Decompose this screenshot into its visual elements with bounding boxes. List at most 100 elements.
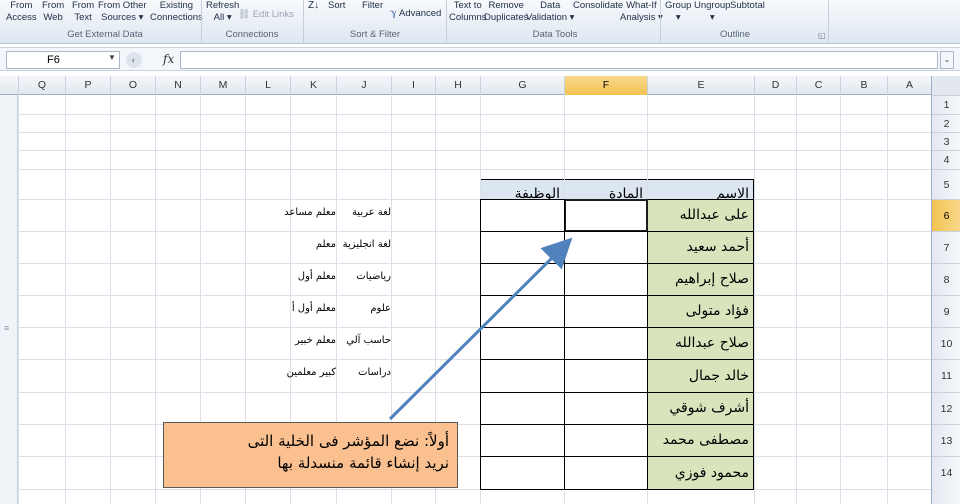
job-cell[interactable]: [480, 199, 565, 232]
column-header-n[interactable]: N: [155, 76, 200, 95]
column-header-q[interactable]: Q: [18, 76, 65, 95]
column-header-h[interactable]: H: [435, 76, 480, 95]
from-web-button[interactable]: From Web: [42, 0, 64, 24]
row-header-12[interactable]: 12: [932, 392, 960, 424]
job-cell[interactable]: [480, 231, 565, 264]
subject-option-cell[interactable]: حاسب آلي: [346, 335, 391, 346]
row-header-7[interactable]: 7: [932, 231, 960, 263]
column-header-p[interactable]: P: [65, 76, 110, 95]
job-option-cell[interactable]: معلم خبير: [295, 335, 336, 346]
what-if-analysis-button[interactable]: What-If Analysis ▾: [620, 0, 663, 24]
formula-cancel-icon[interactable]: ◐: [126, 52, 142, 68]
row-header-13[interactable]: 13: [932, 424, 960, 456]
job-option-cell[interactable]: كبير معلمين: [287, 367, 336, 378]
ungroup-button[interactable]: Ungroup ▾: [694, 0, 730, 24]
formula-input[interactable]: [180, 51, 938, 69]
column-header-b[interactable]: B: [840, 76, 887, 95]
subject-cell[interactable]: [564, 359, 648, 393]
split-handle-icon[interactable]: ≡: [4, 323, 9, 333]
subject-option-cell[interactable]: رياضيات: [356, 271, 391, 282]
job-option-cell[interactable]: معلم أول: [298, 271, 336, 282]
job-cell[interactable]: [480, 456, 565, 490]
column-header-m[interactable]: M: [200, 76, 245, 95]
advanced-button[interactable]: ℽ Advanced: [390, 8, 441, 20]
worksheet-grid[interactable]: QPONMLKJIHGFEDCBA 1 2 3 4 5 6 7 8 9 10 11 12 13 14 ≡ …: [0, 76, 960, 504]
subject-option-cell[interactable]: لغة انجليزية: [343, 239, 391, 250]
from-text-button[interactable]: From Text: [72, 0, 94, 24]
row-header-8[interactable]: 8: [932, 263, 960, 295]
from-other-sources-button[interactable]: From Other Sources ▾: [98, 0, 147, 24]
subject-cell[interactable]: [564, 231, 648, 264]
from-access-button[interactable]: From Access: [6, 0, 37, 24]
row-header-11[interactable]: 11: [932, 359, 960, 392]
name-box-dropdown-icon[interactable]: ▼: [108, 53, 116, 62]
column-header-c[interactable]: C: [796, 76, 840, 95]
row-header-3[interactable]: 3: [932, 132, 960, 150]
column-header-k[interactable]: K: [290, 76, 336, 95]
row-header-10[interactable]: 10: [932, 327, 960, 359]
refresh-all-button[interactable]: Refresh All ▾: [206, 0, 239, 24]
name-cell[interactable]: مصطفى محمد: [647, 424, 754, 457]
subject-cell[interactable]: [564, 199, 648, 232]
column-header-f[interactable]: F: [564, 76, 647, 95]
name-cell[interactable]: على عبدالله: [647, 199, 754, 232]
job-cell[interactable]: [480, 327, 565, 360]
select-all-corner[interactable]: [931, 76, 960, 95]
existing-connections-button[interactable]: Existing Connections: [150, 0, 203, 24]
name-cell[interactable]: صلاح إبراهيم: [647, 263, 754, 296]
consolidate-button[interactable]: Consolidate: [573, 0, 623, 12]
job-option-cell[interactable]: معلم مساعد: [284, 207, 336, 218]
column-header-j[interactable]: J: [336, 76, 391, 95]
row-header-6[interactable]: 6: [932, 199, 960, 231]
name-cell[interactable]: أحمد سعيد: [647, 231, 754, 264]
name-cell[interactable]: خالد جمال: [647, 359, 754, 393]
name-box[interactable]: F6: [6, 51, 120, 69]
sort-button[interactable]: Sort: [328, 0, 345, 12]
name-cell[interactable]: أشرف شوقي: [647, 392, 754, 425]
row-header-4[interactable]: 4: [932, 150, 960, 169]
name-cell[interactable]: فؤاد متولى: [647, 295, 754, 328]
name-cell[interactable]: صلاح عبدالله: [647, 327, 754, 360]
subject-option-cell[interactable]: علوم: [370, 303, 391, 314]
column-header-g[interactable]: G: [480, 76, 564, 95]
subject-option-cell[interactable]: لغة عربية: [352, 207, 391, 218]
vertical-scrollbar[interactable]: ≡: [0, 95, 18, 504]
job-cell[interactable]: [480, 295, 565, 328]
row-header-14[interactable]: 14: [932, 456, 960, 489]
job-cell[interactable]: [480, 392, 565, 425]
column-header-a[interactable]: A: [887, 76, 931, 95]
row-header-5[interactable]: 5: [932, 169, 960, 199]
column-header-i[interactable]: I: [391, 76, 435, 95]
group-button[interactable]: Group ▾: [665, 0, 691, 24]
column-header-d[interactable]: D: [754, 76, 796, 95]
job-cell[interactable]: [480, 359, 565, 393]
insert-function-icon[interactable]: fx: [163, 52, 174, 66]
subject-cell[interactable]: [564, 327, 648, 360]
job-option-cell[interactable]: معلم أول أ: [292, 303, 336, 314]
data-validation-button[interactable]: Data Validation ▾: [526, 0, 574, 24]
name-cell[interactable]: محمود فوزي: [647, 456, 754, 490]
job-cell[interactable]: [480, 424, 565, 457]
row-header-2[interactable]: 2: [932, 114, 960, 132]
subject-cell[interactable]: [564, 456, 648, 490]
row-header-1[interactable]: 1: [932, 95, 960, 114]
sort-az-icon[interactable]: Z↓: [308, 0, 319, 12]
row-header-9[interactable]: 9: [932, 295, 960, 327]
subject-cell[interactable]: [564, 392, 648, 425]
remove-duplicates-button[interactable]: Remove Duplicates: [484, 0, 528, 24]
subject-option-cell[interactable]: دراسات: [358, 367, 391, 378]
subtotal-button[interactable]: Subtotal: [730, 0, 765, 12]
filter-button[interactable]: Filter: [362, 0, 383, 12]
expand-formula-bar-icon[interactable]: ⌄: [940, 51, 954, 69]
column-header-l[interactable]: L: [245, 76, 290, 95]
subject-cell[interactable]: [564, 424, 648, 457]
column-header-o[interactable]: O: [110, 76, 155, 95]
subject-cell[interactable]: [564, 263, 648, 296]
job-option-cell[interactable]: معلم: [316, 239, 336, 250]
dialog-launcher-icon[interactable]: ◱: [818, 31, 826, 40]
edit-links-button[interactable]: ⛓ Edit Links: [238, 9, 294, 21]
text-to-columns-button[interactable]: Text to Columns: [449, 0, 487, 24]
column-header-e[interactable]: E: [647, 76, 754, 95]
job-cell[interactable]: [480, 263, 565, 296]
subject-cell[interactable]: [564, 295, 648, 328]
